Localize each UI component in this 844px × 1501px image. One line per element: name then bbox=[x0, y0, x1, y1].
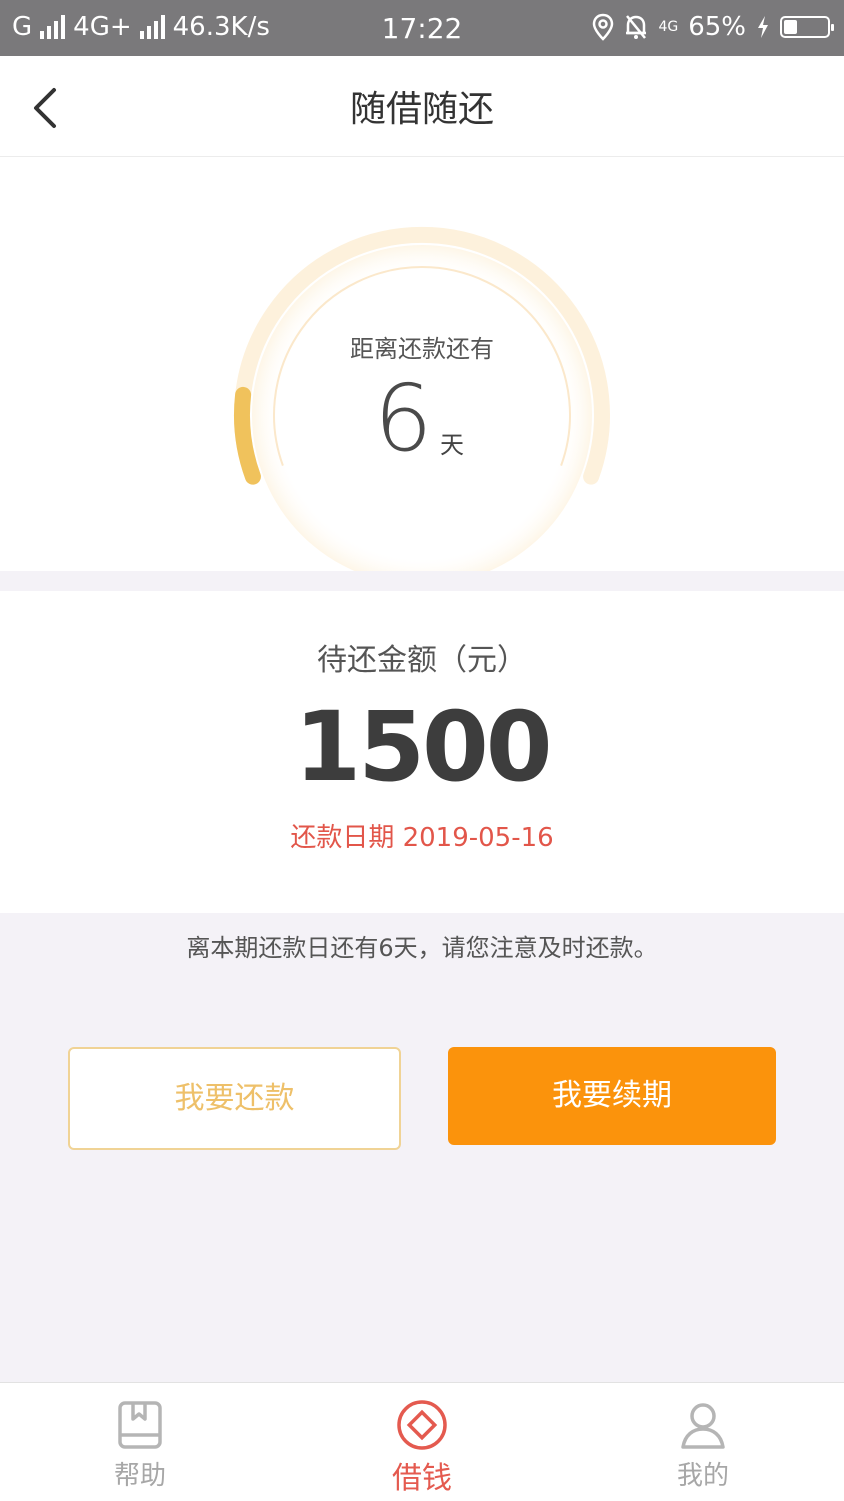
countdown-unit: 天 bbox=[440, 431, 464, 459]
mute-bell-icon bbox=[626, 15, 647, 39]
tab-borrow-label: 借钱 bbox=[392, 1461, 452, 1496]
countdown-gauge bbox=[233, 226, 610, 571]
tab-mine-label: 我的 bbox=[676, 1461, 729, 1491]
amount-card: 待还金额（元） 1500 还款日期 2019-05-16 bbox=[0, 591, 844, 913]
tab-mine[interactable]: 我的 bbox=[603, 1383, 803, 1501]
status-bar: G 4G+ 46.3K/s 17:22 4G 65% bbox=[0, 0, 844, 56]
countdown-value: 6 bbox=[374, 365, 433, 472]
tab-bar: 帮助 借钱 我的 bbox=[0, 1382, 844, 1501]
status-right: 4G 65% bbox=[592, 12, 834, 42]
due-date: 还款日期 2019-05-16 bbox=[290, 823, 554, 853]
gauge-progress bbox=[233, 386, 261, 485]
amount-value: 1500 bbox=[294, 691, 552, 803]
countdown-label: 距离还款还有 bbox=[350, 335, 494, 363]
renew-button[interactable]: 我要续期 bbox=[448, 1047, 776, 1145]
battery-icon bbox=[780, 16, 834, 38]
battery-level bbox=[784, 20, 797, 34]
person-icon bbox=[681, 1403, 725, 1449]
countdown-card: 距离还款还有 6 天 bbox=[0, 157, 844, 571]
charging-icon bbox=[758, 16, 768, 38]
tab-help-label: 帮助 bbox=[113, 1461, 166, 1491]
tab-borrow[interactable]: 借钱 bbox=[322, 1383, 522, 1501]
repay-button[interactable]: 我要还款 bbox=[68, 1047, 401, 1150]
battery-percent: 65% bbox=[688, 12, 746, 42]
nav-header: 随借随还 bbox=[0, 56, 844, 157]
book-icon bbox=[118, 1401, 162, 1449]
amount-label: 待还金额（元） bbox=[317, 643, 527, 678]
page-title: 随借随还 bbox=[349, 89, 494, 130]
network-badge: 4G bbox=[658, 19, 679, 35]
diamond-circle-icon bbox=[397, 1400, 447, 1450]
tab-help[interactable]: 帮助 bbox=[40, 1383, 240, 1501]
location-icon bbox=[593, 13, 614, 41]
repayment-notice: 离本期还款日还有6天，请您注意及时还款。 bbox=[186, 934, 658, 962]
